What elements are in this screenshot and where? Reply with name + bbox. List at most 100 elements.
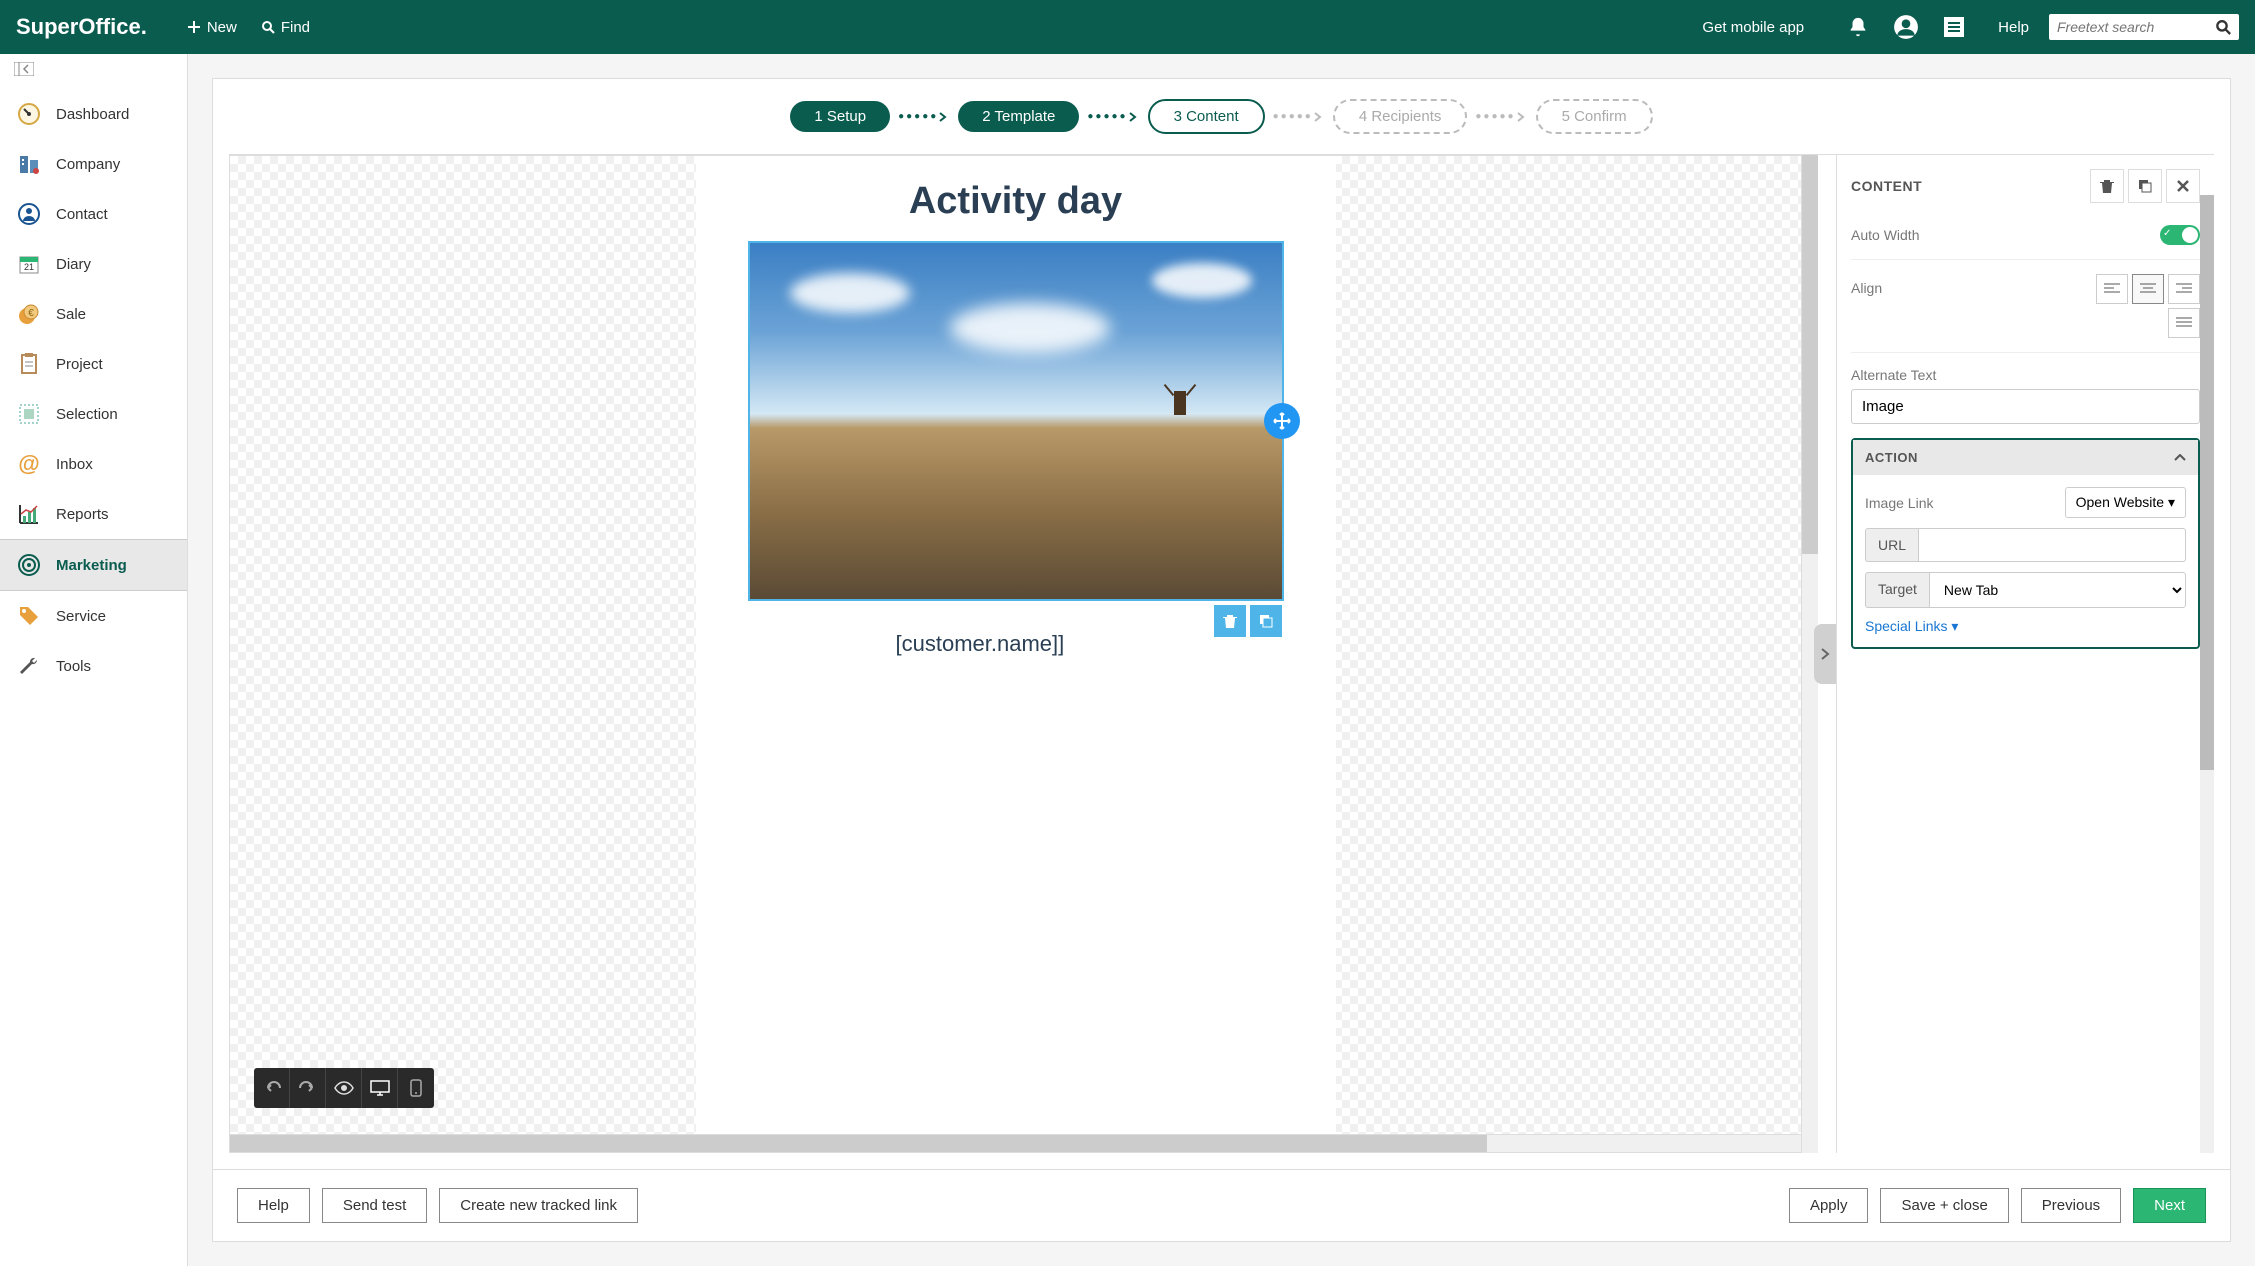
sidebar-item-project[interactable]: Project [0, 339, 187, 389]
sidebar-label: Diary [56, 256, 91, 273]
notifications-button[interactable] [1844, 13, 1872, 41]
sidebar-label: Sale [56, 306, 86, 323]
editor-area: Activity day [229, 154, 2214, 1153]
help-link[interactable]: Help [1998, 19, 2029, 36]
image-block[interactable] [748, 241, 1284, 601]
canvas-column: Activity day [229, 155, 1802, 1153]
app-logo: SuperOffice. [16, 14, 147, 40]
save-close-button[interactable]: Save + close [1880, 1188, 2008, 1223]
canvas-scroll[interactable]: Activity day [230, 156, 1801, 1134]
sidebar-item-reports[interactable]: Reports [0, 489, 187, 539]
trash-icon [1222, 613, 1238, 629]
target-addon-label: Target [1865, 572, 1929, 608]
chart-icon [16, 501, 42, 527]
step-content[interactable]: 3 Content [1148, 99, 1265, 134]
plus-icon [187, 20, 201, 34]
preview-button[interactable] [326, 1068, 362, 1108]
delete-image-button[interactable] [1214, 605, 1246, 637]
link-type-dropdown[interactable]: Open Website ▾ [2065, 487, 2186, 518]
sidebar-item-tools[interactable]: Tools [0, 641, 187, 691]
find-button[interactable]: Find [261, 19, 310, 36]
alt-text-input[interactable] [1851, 389, 2200, 424]
sidebar-label: Company [56, 156, 120, 173]
menu-icon [1942, 15, 1966, 39]
email-body[interactable]: Activity day [696, 156, 1336, 1134]
step-confirm[interactable]: 5 Confirm [1536, 99, 1653, 134]
undo-button[interactable] [254, 1068, 290, 1108]
panel-scrollbar[interactable] [2200, 195, 2214, 1153]
calendar-icon: 21 [16, 251, 42, 277]
mobile-view-button[interactable] [398, 1068, 434, 1108]
align-left-icon [2104, 283, 2120, 295]
duplicate-image-button[interactable] [1250, 605, 1282, 637]
sidebar-item-marketing[interactable]: Marketing [0, 539, 187, 591]
coins-icon: € [16, 301, 42, 327]
step-setup[interactable]: 1 Setup [790, 101, 890, 132]
align-left-button[interactable] [2096, 274, 2128, 304]
sidebar-item-inbox[interactable]: @ Inbox [0, 439, 187, 489]
align-center-button[interactable] [2132, 274, 2164, 304]
sidebar-item-company[interactable]: Company [0, 139, 187, 189]
new-button[interactable]: New [187, 19, 237, 36]
search-input[interactable] [2057, 19, 2215, 35]
bell-icon [1847, 16, 1869, 38]
app-header: SuperOffice. New Find Get mobile app Hel… [0, 0, 2255, 54]
sidebar-label: Contact [56, 206, 108, 223]
align-right-icon [2176, 283, 2192, 295]
eye-icon [334, 1081, 354, 1095]
caret-down-icon: ▾ [2168, 494, 2175, 510]
help-button[interactable]: Help [237, 1188, 310, 1223]
email-heading[interactable]: Activity day [696, 156, 1336, 241]
sidebar-item-dashboard[interactable]: Dashboard [0, 89, 187, 139]
user-button[interactable] [1892, 13, 1920, 41]
align-label: Align [1851, 274, 2080, 296]
duplicate-button[interactable] [2128, 169, 2162, 203]
search-box[interactable] [2049, 14, 2239, 40]
auto-width-toggle[interactable]: ✓ [2160, 225, 2200, 245]
action-header[interactable]: ACTION [1853, 440, 2198, 475]
sidebar-label: Service [56, 608, 106, 625]
sidebar-collapse-button[interactable] [0, 54, 187, 89]
target-select[interactable]: New Tab [1929, 572, 2186, 608]
horizontal-scrollbar[interactable] [230, 1134, 1801, 1152]
redo-button[interactable] [290, 1068, 326, 1108]
content-panel: 1 Setup ●●●●● 2 Template ●●●●● 3 Content… [212, 78, 2231, 1170]
caret-down-icon: ▾ [1951, 618, 1958, 634]
create-tracked-link-button[interactable]: Create new tracked link [439, 1188, 638, 1223]
close-panel-button[interactable] [2166, 169, 2200, 203]
align-right-button[interactable] [2168, 274, 2200, 304]
sidebar-item-contact[interactable]: Contact [0, 189, 187, 239]
check-icon: ✓ [2163, 228, 2171, 239]
sidebar-item-diary[interactable]: 21 Diary [0, 239, 187, 289]
sidebar-item-selection[interactable]: Selection [0, 389, 187, 439]
mobile-app-link[interactable]: Get mobile app [1702, 19, 1804, 36]
special-links-dropdown[interactable]: Special Links ▾ [1865, 618, 2186, 635]
search-icon [2215, 18, 2231, 36]
step-recipients[interactable]: 4 Recipients [1333, 99, 1468, 134]
desktop-icon [370, 1080, 390, 1096]
sidebar-item-sale[interactable]: € Sale [0, 289, 187, 339]
collapse-icon [14, 62, 34, 76]
delete-button[interactable] [2090, 169, 2124, 203]
step-template[interactable]: 2 Template [958, 101, 1079, 132]
step-connector: ●●●●● [1273, 111, 1325, 123]
gauge-icon [16, 101, 42, 127]
send-test-button[interactable]: Send test [322, 1188, 427, 1223]
url-input[interactable] [1918, 528, 2186, 562]
align-justify-button[interactable] [2168, 308, 2200, 338]
apply-button[interactable]: Apply [1789, 1188, 1869, 1223]
chevron-right-icon [1820, 647, 1830, 661]
sidebar-item-service[interactable]: Service [0, 591, 187, 641]
menu-button[interactable] [1940, 13, 1968, 41]
desktop-view-button[interactable] [362, 1068, 398, 1108]
previous-button[interactable]: Previous [2021, 1188, 2121, 1223]
next-button[interactable]: Next [2133, 1188, 2206, 1223]
special-links-label: Special Links [1865, 618, 1948, 634]
move-handle[interactable] [1264, 403, 1300, 439]
step-connector: ●●●●● [1475, 111, 1527, 123]
panel-toggle-handle[interactable] [1814, 624, 1836, 684]
copy-icon [1258, 613, 1274, 629]
properties-panel: CONTENT Auto Width ✓ Align [1836, 155, 2214, 1153]
trash-icon [2099, 178, 2115, 194]
person-icon [16, 201, 42, 227]
